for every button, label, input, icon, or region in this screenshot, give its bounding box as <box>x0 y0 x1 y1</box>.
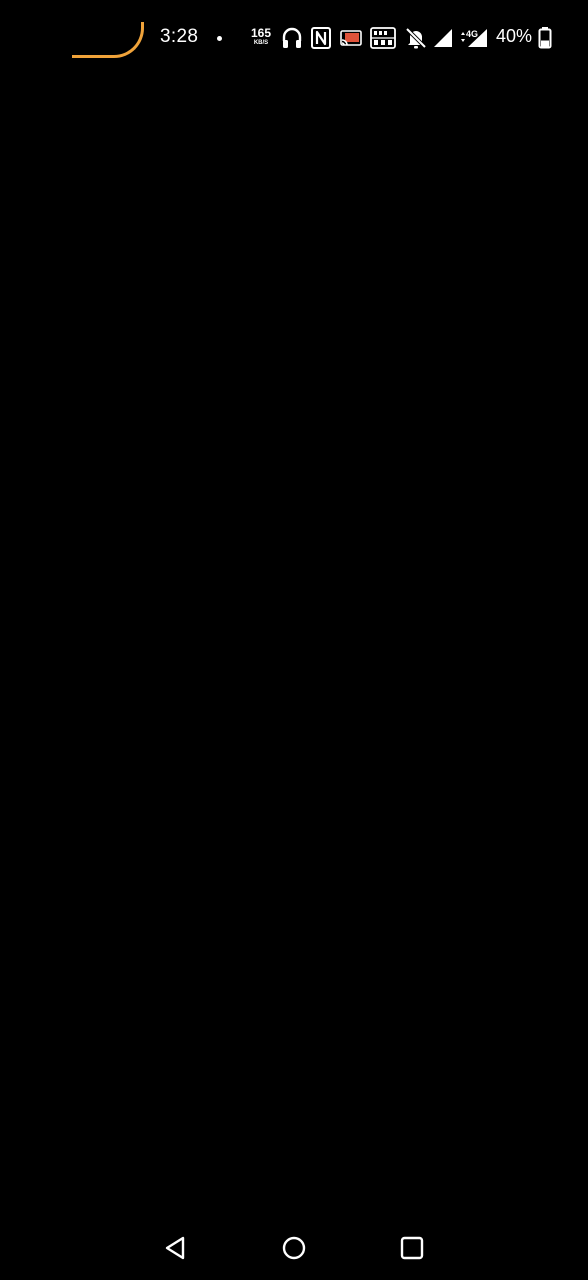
network-speed-value: 165 <box>250 26 272 40</box>
battery-icon <box>538 26 552 50</box>
cast-icon <box>339 26 363 50</box>
notification-dot-icon <box>217 36 222 41</box>
camera-cutout-indicator <box>72 22 144 58</box>
battery-percent: 40% <box>496 26 533 46</box>
network-speed-unit: KB/S <box>253 40 269 46</box>
home-icon[interactable] <box>278 1232 310 1264</box>
notifications-muted-icon <box>404 26 428 50</box>
status-time: 3:28 <box>160 26 199 47</box>
recents-icon[interactable] <box>396 1232 428 1264</box>
nfc-icon <box>310 26 332 50</box>
wifi-signal-icon <box>432 26 454 50</box>
navigation-bar <box>0 1216 588 1280</box>
mobile-data-label: 4G <box>466 29 479 39</box>
screen: { "status_bar": { "time": "3:28", "netwo… <box>0 0 588 1280</box>
status-bar: 3:28 165 KB/S 4G 40% <box>0 0 588 76</box>
network-speed: 165 KB/S <box>248 27 274 46</box>
back-icon[interactable] <box>160 1232 192 1264</box>
headphones-icon <box>281 26 303 50</box>
volte-icon <box>370 26 396 50</box>
